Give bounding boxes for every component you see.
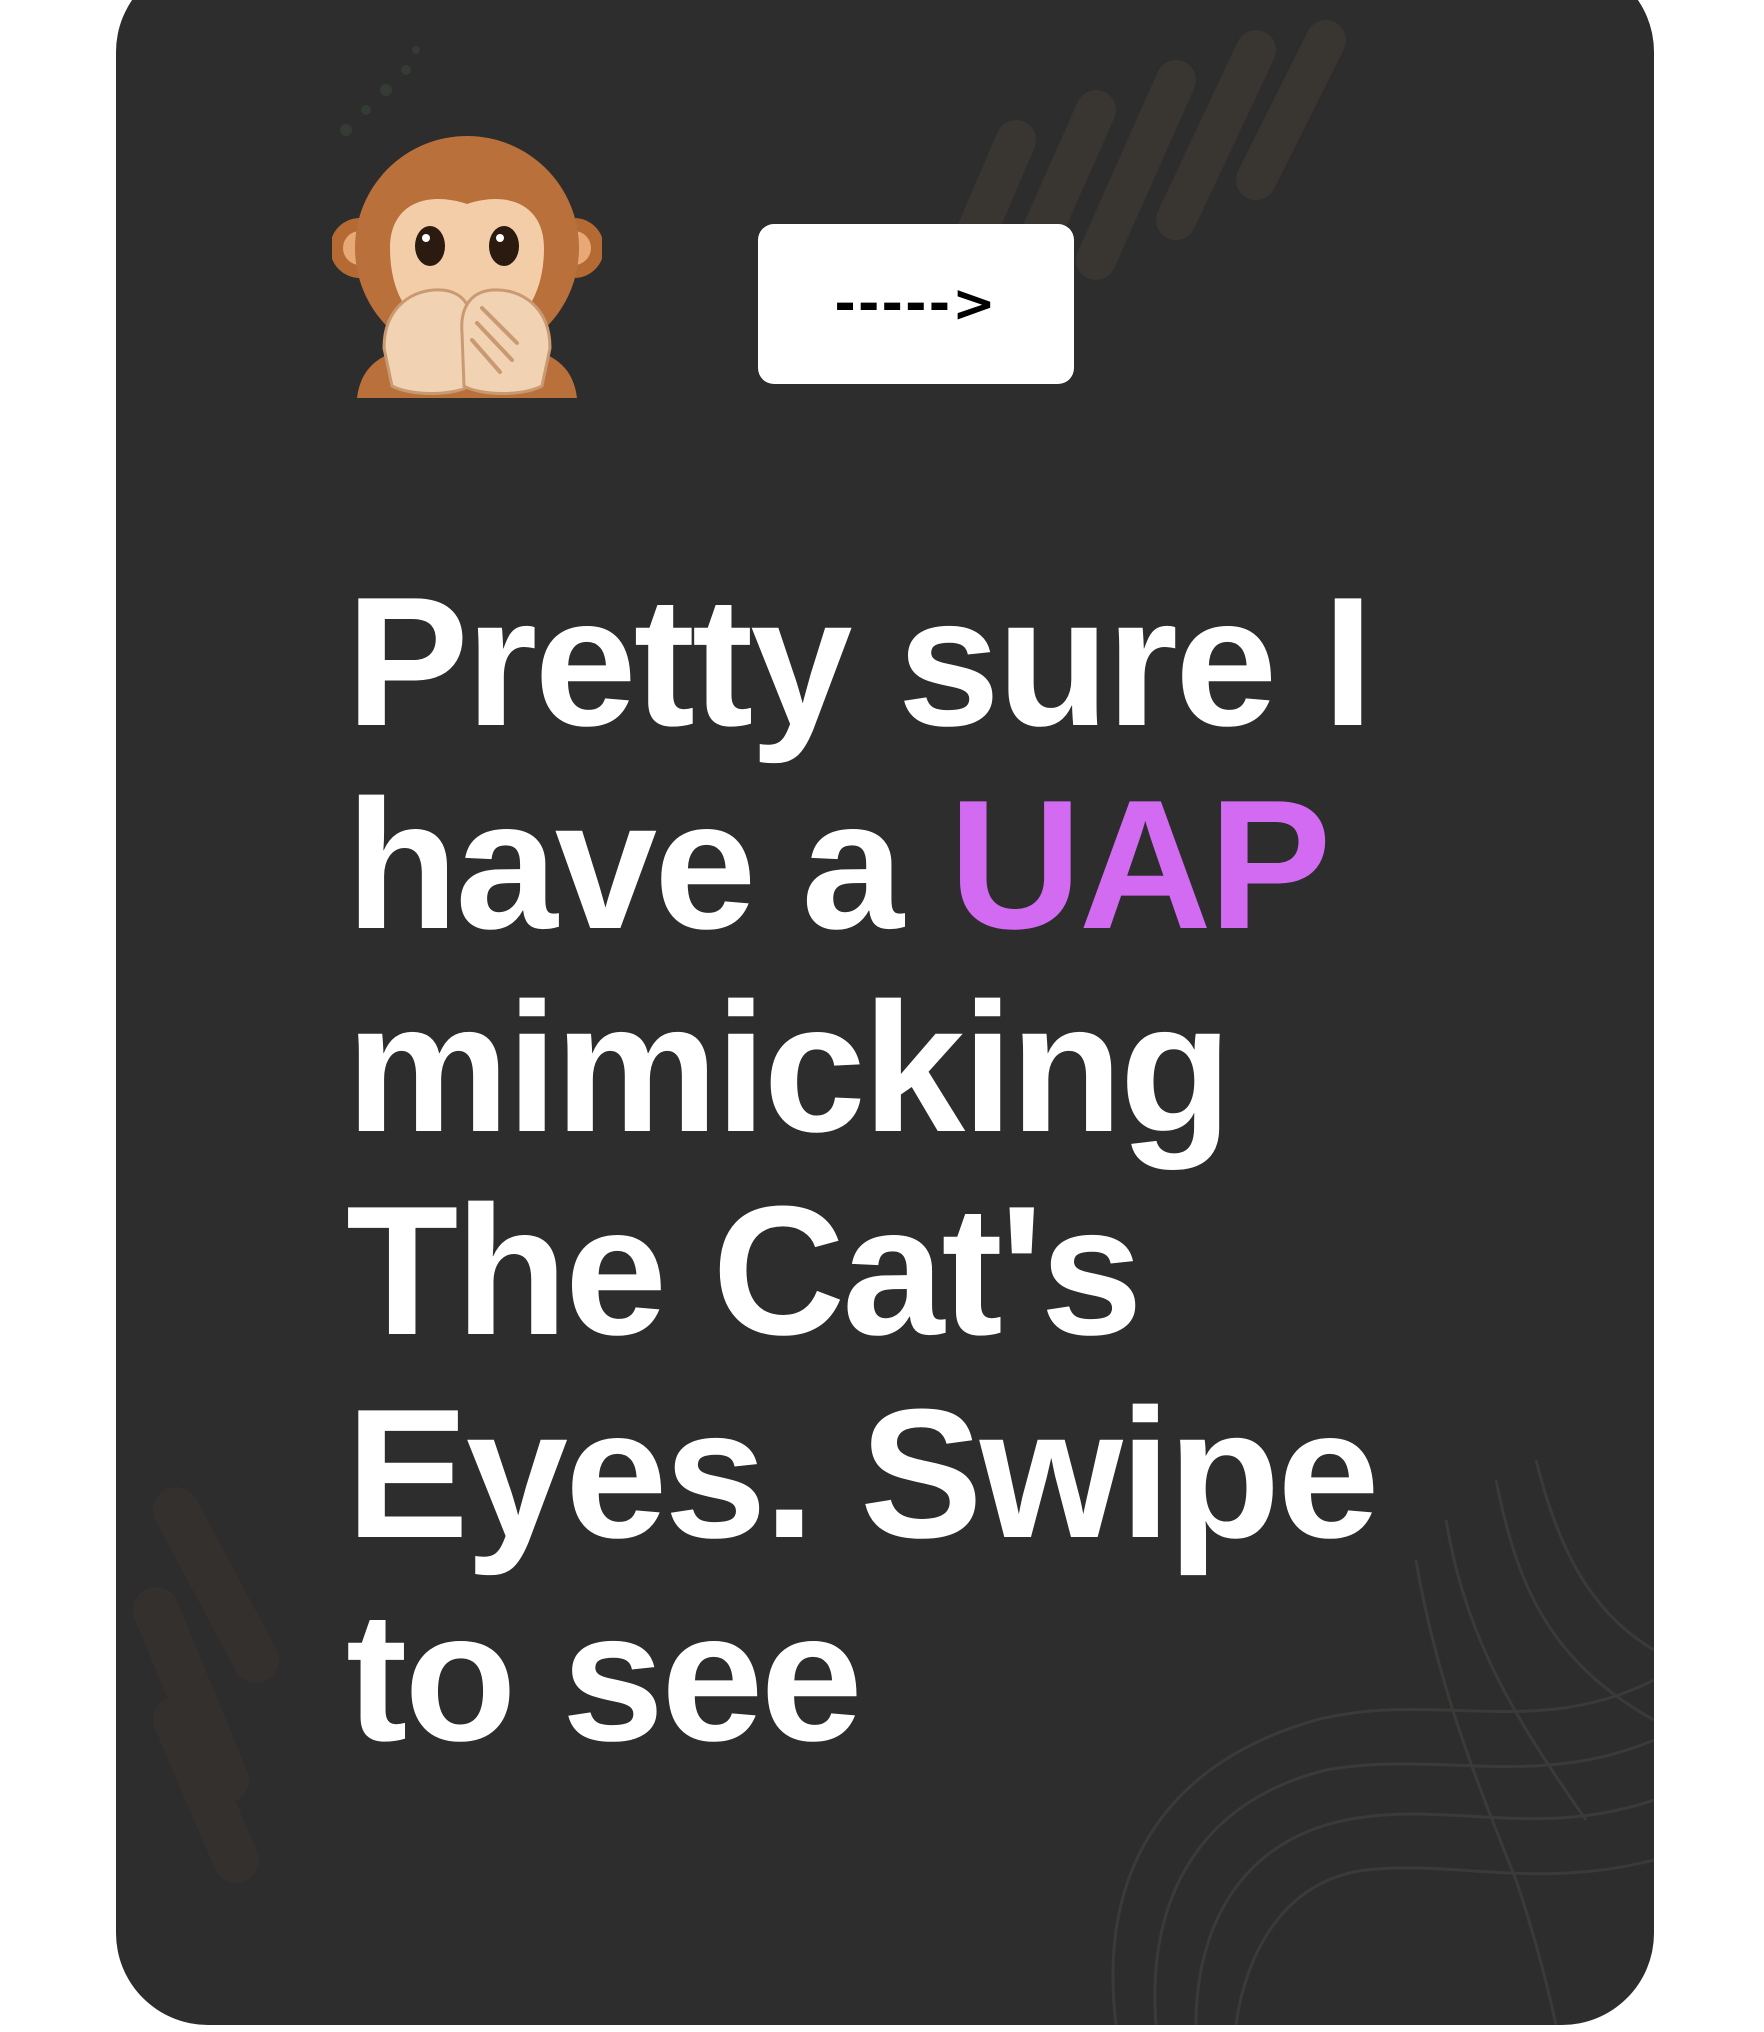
headline-line: mimicking xyxy=(346,964,1232,1170)
swipe-next-button[interactable]: -----> xyxy=(758,224,1074,384)
headline-line: have a UAP xyxy=(346,763,1546,966)
headline-line: to see xyxy=(346,1573,863,1779)
post-headline: Pretty sure I have a UAP mimicking The C… xyxy=(346,560,1546,1778)
headline-line: Eyes. Swipe xyxy=(346,1370,1380,1576)
headline-line: The Cat's xyxy=(346,1167,1143,1373)
speak-no-evil-monkey-icon xyxy=(330,128,604,398)
post-card: -----> Pretty sure I have a UAP mimickin… xyxy=(116,0,1654,2025)
headline-line: Pretty sure I xyxy=(346,558,1374,764)
headline-accent-word: UAP xyxy=(948,761,1331,967)
headline-text: have a xyxy=(346,761,949,967)
